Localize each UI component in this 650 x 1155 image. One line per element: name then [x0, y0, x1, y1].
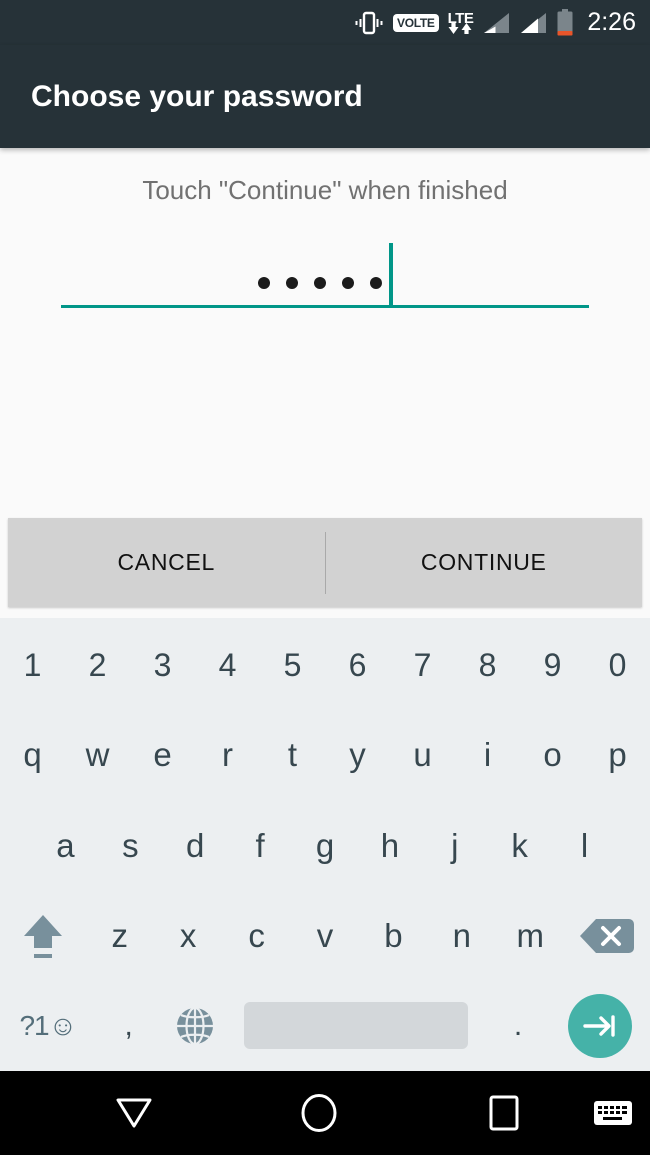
- signal-bars-2-icon: [519, 11, 547, 35]
- symbols-key[interactable]: ?1☺: [0, 981, 96, 1071]
- key-8[interactable]: 8: [455, 620, 520, 710]
- key-k[interactable]: k: [487, 800, 552, 890]
- key-l[interactable]: l: [552, 800, 617, 890]
- keyboard-row-zxcv: z x c v b n m: [0, 891, 650, 981]
- recents-square-icon[interactable]: [485, 1093, 523, 1133]
- action-bar: CANCEL CONTINUE: [8, 518, 642, 607]
- key-t[interactable]: t: [260, 710, 325, 800]
- on-screen-keyboard: 1 2 3 4 5 6 7 8 9 0 q w e r t y u i o p …: [0, 618, 650, 1071]
- status-bar: VOLTE LTE 2:26: [0, 0, 650, 45]
- keyboard-row-numbers: 1 2 3 4 5 6 7 8 9 0: [0, 620, 650, 710]
- cancel-button[interactable]: CANCEL: [8, 518, 325, 607]
- key-6[interactable]: 6: [325, 620, 390, 710]
- key-period[interactable]: .: [485, 981, 551, 1071]
- navigation-bar: [0, 1071, 650, 1155]
- key-n[interactable]: n: [428, 891, 496, 981]
- key-2[interactable]: 2: [65, 620, 130, 710]
- keyboard-row-qwerty: q w e r t y u i o p: [0, 710, 650, 800]
- text-caret: [388, 243, 393, 305]
- key-9[interactable]: 9: [520, 620, 585, 710]
- key-a[interactable]: a: [33, 800, 98, 890]
- key-j[interactable]: j: [422, 800, 487, 890]
- key-3[interactable]: 3: [130, 620, 195, 710]
- spacebar-key[interactable]: [228, 1002, 485, 1050]
- globe-icon[interactable]: [162, 981, 228, 1071]
- home-circle-icon[interactable]: [297, 1091, 341, 1135]
- key-c[interactable]: c: [222, 891, 290, 981]
- key-4[interactable]: 4: [195, 620, 260, 710]
- battery-icon: [556, 9, 574, 36]
- main-content: Touch "Continue" when finished: [0, 148, 650, 518]
- volte-badge: VOLTE: [392, 13, 439, 32]
- key-0[interactable]: 0: [585, 620, 650, 710]
- key-z[interactable]: z: [86, 891, 154, 981]
- signal-bars-1-icon: [482, 11, 510, 35]
- page-title: Choose your password: [31, 79, 363, 113]
- key-1[interactable]: 1: [0, 620, 65, 710]
- key-7[interactable]: 7: [390, 620, 455, 710]
- status-bar-clock: 2:26: [587, 8, 636, 36]
- key-f[interactable]: f: [228, 800, 293, 890]
- password-input[interactable]: [61, 236, 589, 308]
- key-m[interactable]: m: [496, 891, 564, 981]
- key-5[interactable]: 5: [260, 620, 325, 710]
- lte-data-arrows-icon: [448, 23, 472, 34]
- keyboard-switcher-icon[interactable]: [592, 1097, 634, 1129]
- hint-text: Touch "Continue" when finished: [142, 175, 508, 205]
- shift-icon[interactable]: [0, 910, 86, 962]
- password-dot: [313, 277, 326, 289]
- password-masked-value: [257, 277, 382, 305]
- keyboard-row-bottom: ?1☺ , .: [0, 981, 650, 1071]
- continue-button[interactable]: CONTINUE: [326, 518, 643, 607]
- key-y[interactable]: y: [325, 710, 390, 800]
- key-e[interactable]: e: [130, 710, 195, 800]
- key-q[interactable]: q: [0, 710, 65, 800]
- password-dot: [341, 277, 354, 289]
- key-u[interactable]: u: [390, 710, 455, 800]
- android-screen: VOLTE LTE 2:26 Choose your password Touc…: [0, 0, 650, 1155]
- keyboard-row-asdf: a s d f g h j k l: [0, 800, 650, 890]
- key-d[interactable]: d: [163, 800, 228, 890]
- key-h[interactable]: h: [357, 800, 422, 890]
- back-down-triangle-icon[interactable]: [112, 1094, 156, 1132]
- key-o[interactable]: o: [520, 710, 585, 800]
- password-dot: [285, 277, 298, 289]
- key-i[interactable]: i: [455, 710, 520, 800]
- key-r[interactable]: r: [195, 710, 260, 800]
- key-v[interactable]: v: [291, 891, 359, 981]
- password-dot: [257, 277, 270, 289]
- tab-next-icon[interactable]: [551, 993, 650, 1058]
- key-comma[interactable]: ,: [96, 981, 162, 1071]
- lte-icon: LTE: [448, 11, 474, 34]
- password-dot: [369, 277, 382, 289]
- backspace-icon[interactable]: [564, 916, 650, 956]
- key-w[interactable]: w: [65, 710, 130, 800]
- key-b[interactable]: b: [359, 891, 427, 981]
- key-x[interactable]: x: [154, 891, 222, 981]
- action-bar-container: CANCEL CONTINUE: [0, 518, 650, 618]
- app-bar: Choose your password: [0, 45, 650, 148]
- key-p[interactable]: p: [585, 710, 650, 800]
- key-g[interactable]: g: [293, 800, 358, 890]
- key-s[interactable]: s: [98, 800, 163, 890]
- vibrate-icon: [354, 11, 384, 35]
